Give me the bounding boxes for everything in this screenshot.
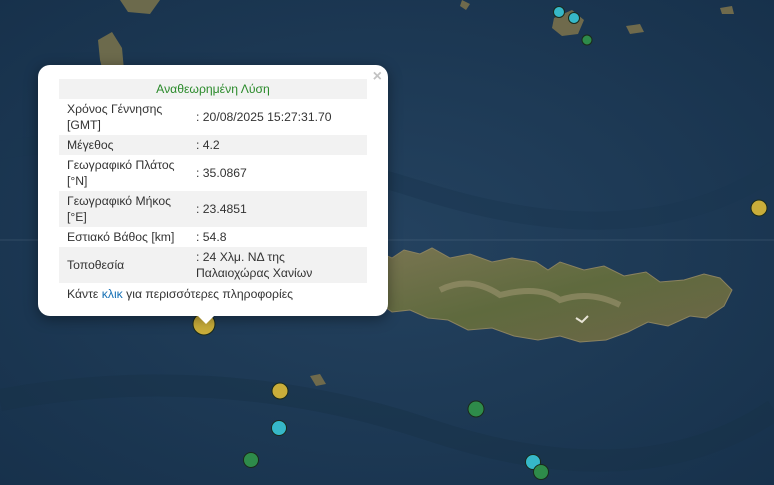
quake-marker[interactable] xyxy=(271,382,289,400)
row-label: Τοποθεσία xyxy=(59,247,188,283)
quake-marker[interactable] xyxy=(533,464,549,480)
row-label: Μέγεθος xyxy=(59,135,188,155)
close-icon[interactable]: × xyxy=(373,69,382,85)
table-row-latitude: Γεωγραφικό Πλάτος [°N] : 35.0867 xyxy=(59,155,367,191)
quake-marker[interactable] xyxy=(568,12,580,24)
quake-marker[interactable] xyxy=(271,420,287,436)
table-row-origin-time: Χρόνος Γέννησης [GMT] : 20/08/2025 15:27… xyxy=(59,99,367,135)
row-label: Εστιακό Βάθος [km] xyxy=(67,230,175,244)
row-label: Γεωγραφικό Μήκος [°E] xyxy=(59,191,188,227)
row-label: Γεωγραφικό Πλάτος [°N] xyxy=(67,158,175,188)
quake-marker[interactable] xyxy=(243,452,259,468)
row-value: : 24 Χλμ. ΝΔ της Παλαιοχώρας Χανίων xyxy=(188,247,367,283)
popup-title: Αναθεωρημένη Λύση xyxy=(59,79,367,99)
quake-marker[interactable] xyxy=(553,6,565,18)
row-value: : 20/08/2025 15:27:31.70 xyxy=(196,110,332,124)
table-row-depth: Εστιακό Βάθος [km] : 54.8 xyxy=(59,227,367,247)
popup-pointer xyxy=(195,313,217,324)
earthquake-details-table: Αναθεωρημένη Λύση Χρόνος Γέννησης [GMT] … xyxy=(59,79,367,304)
more-info-link[interactable]: κλικ xyxy=(102,287,123,301)
row-value: : 4.2 xyxy=(188,135,367,155)
more-info-text: Κάντε κλικ για περισσότερες πληροφορίες xyxy=(59,283,367,304)
table-row-longitude: Γεωγραφικό Μήκος [°E] : 23.4851 xyxy=(59,191,367,227)
table-header-row: Αναθεωρημένη Λύση xyxy=(59,79,367,99)
earthquake-info-popup: × Αναθεωρημένη Λύση Χρόνος Γέννησης [GMT… xyxy=(38,65,388,316)
more-info-row: Κάντε κλικ για περισσότερες πληροφορίες xyxy=(59,283,367,304)
table-row-magnitude: Μέγεθος : 4.2 xyxy=(59,135,367,155)
more-info-suffix: για περισσότερες πληροφορίες xyxy=(122,287,294,301)
quake-marker[interactable] xyxy=(581,34,593,46)
row-value: : 54.8 xyxy=(196,230,227,244)
row-label: Χρόνος Γέννησης [GMT] xyxy=(67,102,163,132)
quake-marker[interactable] xyxy=(750,199,768,217)
quake-marker[interactable] xyxy=(467,400,485,418)
row-value: : 23.4851 xyxy=(188,191,367,227)
row-value: : 35.0867 xyxy=(196,166,247,180)
more-info-prefix: Κάντε xyxy=(67,287,102,301)
table-row-location: Τοποθεσία : 24 Χλμ. ΝΔ της Παλαιοχώρας Χ… xyxy=(59,247,367,283)
